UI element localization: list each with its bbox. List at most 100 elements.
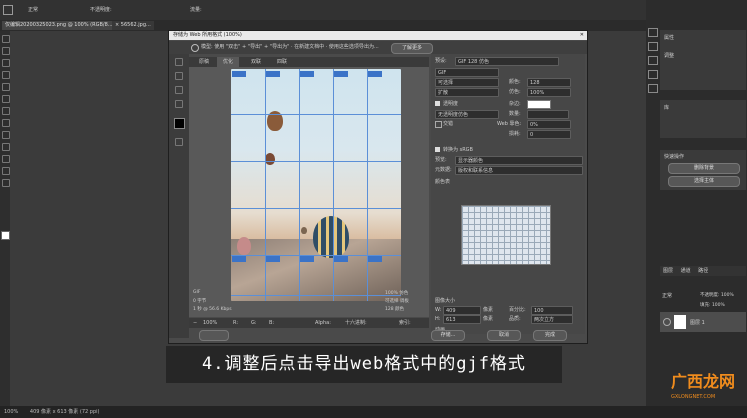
- format-select[interactable]: GIF: [435, 68, 499, 77]
- mode-label[interactable]: 正常: [28, 6, 38, 13]
- brush-icon[interactable]: [3, 5, 13, 15]
- eyedropper-icon[interactable]: [175, 100, 183, 108]
- adjust-icon[interactable]: [648, 56, 658, 65]
- slice-badge[interactable]: [232, 256, 246, 262]
- balloon-medium: [237, 237, 251, 255]
- toggle-slices-icon[interactable]: [175, 138, 183, 146]
- channels-icon[interactable]: [648, 70, 658, 79]
- hand-icon[interactable]: [175, 58, 183, 66]
- select-subject-button[interactable]: 选择主体: [668, 176, 740, 187]
- dither-select[interactable]: 扩散: [435, 88, 499, 97]
- crop-tool-icon[interactable]: [2, 71, 10, 79]
- slice-line: [231, 208, 401, 209]
- zoom-level[interactable]: 100%: [203, 318, 217, 328]
- matte-swatch[interactable]: [527, 100, 551, 109]
- slice-badge[interactable]: [266, 256, 280, 262]
- slice-select-icon[interactable]: [175, 72, 183, 80]
- color-table-header: 颜色表: [435, 178, 581, 186]
- slice-badge[interactable]: [368, 256, 382, 262]
- colors-field[interactable]: 128: [527, 78, 571, 87]
- quality-select[interactable]: 两次立方: [531, 315, 573, 324]
- slice-badge[interactable]: [368, 71, 382, 77]
- eyedropper-tool-icon[interactable]: [2, 83, 10, 91]
- zoom-icon[interactable]: [175, 86, 183, 94]
- layer-thumbnail: [674, 315, 686, 329]
- slice-badge[interactable]: [300, 256, 314, 262]
- tab-2up[interactable]: 双联: [245, 57, 267, 67]
- eraser-tool-icon[interactable]: [2, 119, 10, 127]
- save-button[interactable]: 存储...: [431, 330, 465, 341]
- tab-4up[interactable]: 四联: [271, 57, 293, 67]
- properties-icon[interactable]: [648, 42, 658, 51]
- type-tool-icon[interactable]: [2, 155, 10, 163]
- preview-label: 预览:: [435, 157, 447, 163]
- layer-opacity[interactable]: 不透明度: 100%: [700, 292, 734, 298]
- document-tab[interactable]: × 56562.jpg...: [112, 21, 154, 30]
- preview-select[interactable]: 显示器颜色: [455, 156, 583, 165]
- info-format: GIF: [193, 290, 201, 295]
- quality-label: 品质:: [509, 316, 521, 322]
- slice-line: [299, 69, 300, 301]
- slice-badge[interactable]: [334, 71, 348, 77]
- zoom-out-button[interactable]: −: [193, 318, 197, 328]
- convert-srgb-row: 转换为 sRGB: [435, 146, 581, 154]
- reduction-select[interactable]: 可选择: [435, 78, 499, 87]
- transparency-dither-select[interactable]: 无透明度仿色: [435, 110, 499, 119]
- metadata-select[interactable]: 版权和联系信息: [455, 166, 583, 175]
- tab-layers[interactable]: 图层: [663, 268, 673, 274]
- transparency-checkbox[interactable]: [435, 101, 440, 106]
- index-label: 索引:: [399, 320, 411, 326]
- height-field[interactable]: 613: [443, 315, 481, 324]
- slice-badge[interactable]: [334, 256, 348, 262]
- preview-browser-button[interactable]: [199, 330, 229, 341]
- web-snap-field[interactable]: 0%: [527, 120, 571, 129]
- amount-label: 数量:: [509, 111, 521, 117]
- remove-background-button[interactable]: 删除背景: [668, 163, 740, 174]
- interlaced-checkbox[interactable]: [435, 121, 442, 128]
- eyedropper-color-swatch[interactable]: [174, 118, 185, 129]
- move-tool-icon[interactable]: [2, 35, 10, 43]
- layer-row[interactable]: 图层 1: [660, 312, 746, 332]
- done-button[interactable]: 完成: [533, 330, 567, 341]
- tab-original[interactable]: 原稿: [193, 57, 215, 67]
- document-tab-active[interactable]: 仅编辑20200325023.png @ 100% (RGB/8...): [2, 21, 118, 30]
- slice-badge[interactable]: [266, 71, 280, 77]
- foreground-color-swatch[interactable]: [1, 231, 10, 240]
- reduction-row: 可选择 颜色: 128: [435, 78, 581, 87]
- blend-mode-select[interactable]: 正常: [662, 292, 672, 299]
- slice-badge[interactable]: [232, 71, 246, 77]
- pen-tool-icon[interactable]: [2, 143, 10, 151]
- brush-tool-icon[interactable]: [2, 95, 10, 103]
- layer-fill[interactable]: 填充: 100%: [700, 302, 725, 308]
- slice-badge[interactable]: [300, 71, 314, 77]
- gradient-tool-icon[interactable]: [2, 131, 10, 139]
- history-icon[interactable]: [648, 28, 658, 37]
- amount-field[interactable]: [527, 110, 569, 119]
- dialog-info-text: 模型: 使用 "双击" + "导出" + "导出为" · 在新建文档中 · 使用…: [201, 44, 379, 50]
- width-label: W:: [435, 307, 442, 313]
- percent-field[interactable]: 100: [531, 306, 573, 315]
- tab-channels[interactable]: 通道: [681, 268, 691, 274]
- tools-panel: [0, 31, 10, 406]
- lossy-field[interactable]: 0: [527, 130, 571, 139]
- eye-icon[interactable]: [663, 318, 671, 326]
- colors-label: 颜色:: [509, 79, 521, 85]
- learn-more-button[interactable]: 了解更多: [391, 43, 433, 54]
- cancel-button[interactable]: 取消: [487, 330, 521, 341]
- tab-paths[interactable]: 路径: [698, 268, 708, 274]
- color-table-grid[interactable]: [461, 205, 551, 265]
- paths-icon[interactable]: [648, 84, 658, 93]
- transparency-row: 透明度 杂边:: [435, 100, 581, 109]
- width-field[interactable]: 409: [443, 306, 481, 315]
- tab-optimized[interactable]: 优化: [217, 57, 240, 67]
- lasso-tool-icon[interactable]: [2, 59, 10, 67]
- stamp-tool-icon[interactable]: [2, 107, 10, 115]
- status-zoom[interactable]: 100%: [4, 409, 18, 415]
- hand-tool-icon[interactable]: [2, 167, 10, 175]
- marquee-tool-icon[interactable]: [2, 47, 10, 55]
- close-icon[interactable]: ✕: [580, 31, 584, 40]
- convert-srgb-checkbox[interactable]: [435, 147, 440, 152]
- preset-select[interactable]: GIF 128 仿色: [455, 57, 559, 66]
- dither-amount-field[interactable]: 100%: [527, 88, 571, 97]
- zoom-tool-icon[interactable]: [2, 179, 10, 187]
